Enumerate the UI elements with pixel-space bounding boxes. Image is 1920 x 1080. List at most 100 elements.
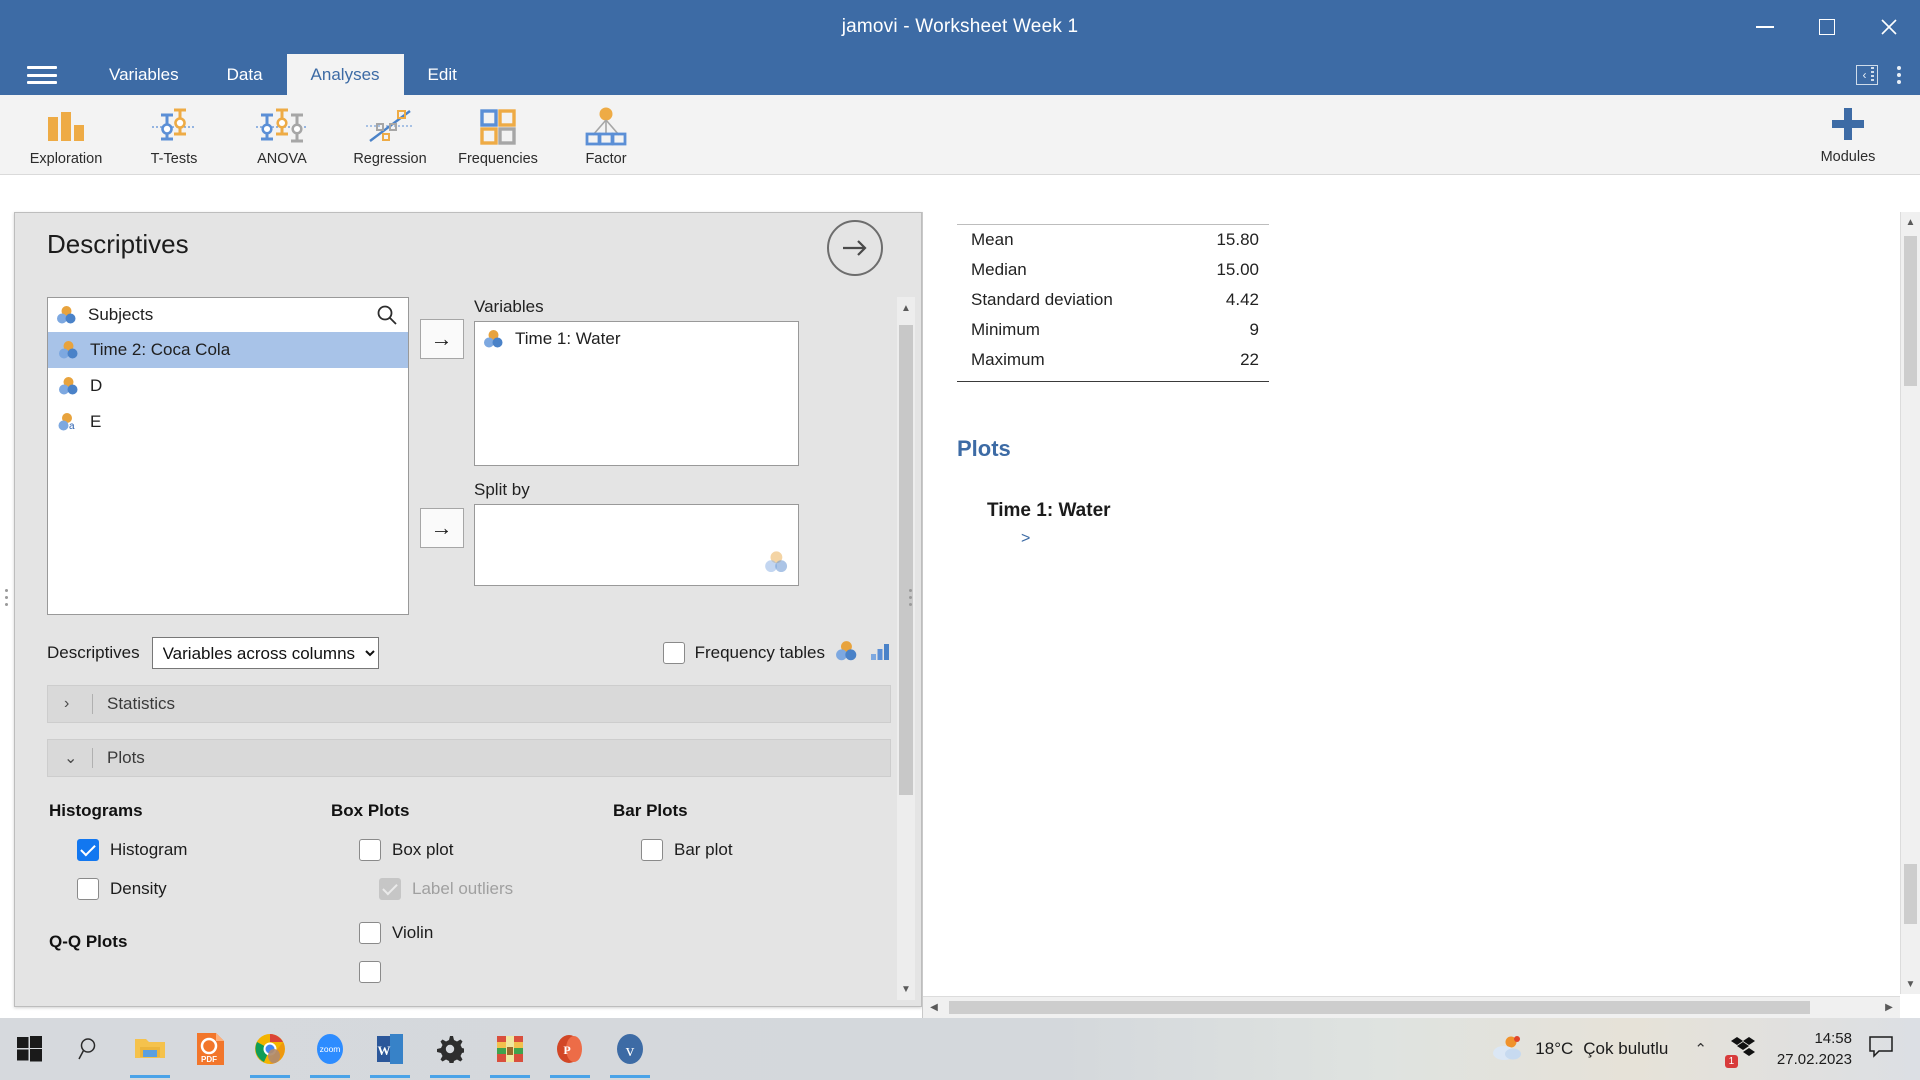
tab-analyses[interactable]: Analyses: [286, 54, 404, 95]
weather-widget[interactable]: 18°C Çok bulutlu: [1479, 1035, 1680, 1063]
scroll-left-arrow-icon[interactable]: ◀: [923, 997, 945, 1018]
boxplot-checkbox[interactable]: [359, 839, 381, 861]
options-panel-scrollbar[interactable]: ▲ ▼: [897, 297, 915, 1000]
notification-center-button[interactable]: [1868, 1035, 1910, 1064]
left-panel-resize-gripper[interactable]: [2, 580, 10, 614]
data-option-row-partial[interactable]: [331, 961, 613, 983]
barplot-label: Bar plot: [674, 840, 733, 859]
data-checkbox[interactable]: [359, 961, 381, 983]
descriptives-layout-select[interactable]: Variables across columns Variables acros…: [151, 637, 379, 669]
taskbar-clock[interactable]: 14:58 27.02.2023: [1767, 1028, 1868, 1070]
minimize-button[interactable]: [1734, 0, 1796, 54]
results-vertical-scrollbar[interactable]: ▲ ▼: [1900, 212, 1920, 994]
taskbar-pdf-reader[interactable]: PDF: [180, 1018, 240, 1080]
section-plots[interactable]: ⌄ Plots: [47, 739, 891, 777]
stat-label: Mean: [971, 230, 1014, 249]
hamburger-menu-icon[interactable]: [27, 64, 57, 86]
ribbon-item-anova[interactable]: ANOVA: [228, 103, 336, 167]
scroll-down-arrow-icon[interactable]: ▼: [1901, 974, 1920, 994]
variables-dropzone[interactable]: Time 1: Water: [474, 321, 799, 466]
violin-label: Violin: [392, 923, 434, 942]
options-panel-header: Descriptives: [15, 213, 921, 285]
tab-data[interactable]: Data: [203, 54, 287, 95]
section-statistics[interactable]: › Statistics: [47, 685, 891, 723]
assign-to-splitby-button[interactable]: →: [419, 508, 464, 548]
ribbon-item-regression[interactable]: Regression: [336, 103, 444, 167]
ribbon-item-modules[interactable]: Modules: [1794, 103, 1902, 165]
search-icon[interactable]: [376, 304, 398, 331]
list-item[interactable]: a E: [48, 404, 408, 440]
taskbar-zoom-app[interactable]: zoom: [300, 1018, 360, 1080]
variable-name: E: [90, 412, 102, 431]
variable-search-row[interactable]: Subjects: [48, 298, 408, 332]
tab-variables[interactable]: Variables: [85, 54, 203, 95]
taskbar-jamovi-app[interactable]: v: [600, 1018, 660, 1080]
scrollbar-thumb[interactable]: [949, 1001, 1810, 1014]
gripper-dot: [4, 602, 8, 606]
bar-chart-icon: [42, 105, 90, 147]
results-horizontal-scrollbar[interactable]: ◀ ▶: [923, 996, 1900, 1018]
nominal-variable-ghost-icon: [764, 550, 790, 579]
taskbar-powerpoint-app[interactable]: P: [540, 1018, 600, 1080]
histogram-checkbox[interactable]: [77, 839, 99, 861]
winrar-icon: [497, 1036, 523, 1062]
density-checkbox[interactable]: [77, 878, 99, 900]
list-item[interactable]: Time 1: Water: [475, 322, 798, 356]
list-item[interactable]: Time 2: Coca Cola: [48, 332, 408, 368]
violin-checkbox[interactable]: [359, 922, 381, 944]
frequency-tables-checkbox[interactable]: [662, 642, 685, 664]
variable-name: D: [90, 376, 103, 395]
more-options-icon[interactable]: [1888, 63, 1910, 87]
table-row: Standard deviation 4.42: [957, 285, 1269, 315]
taskbar-file-explorer[interactable]: [120, 1018, 180, 1080]
title-bar: jamovi - Worksheet Week 1: [0, 0, 1920, 54]
start-button[interactable]: [0, 1018, 60, 1080]
taskbar-winrar-app[interactable]: [480, 1018, 540, 1080]
splitter-gripper[interactable]: [906, 580, 914, 614]
show-hidden-icons-button[interactable]: ⌃: [1680, 1040, 1721, 1058]
maximize-button[interactable]: [1796, 0, 1858, 54]
table-row: Median 15.00: [957, 255, 1269, 285]
options-panel-body: Subjects Time 2: Coca Cola D a E → → Var…: [15, 285, 921, 1006]
gripper-dot: [908, 595, 912, 599]
barplot-option-row[interactable]: Bar plot: [613, 839, 863, 861]
close-button[interactable]: [1858, 0, 1920, 54]
hide-options-button[interactable]: [827, 220, 883, 276]
ribbon-item-factor[interactable]: Factor: [552, 103, 660, 167]
plot-expand-chevron-icon[interactable]: >: [1021, 530, 1900, 548]
available-variables-list[interactable]: Subjects Time 2: Coca Cola D a E: [47, 297, 409, 615]
scrollbar-thumb[interactable]: [1904, 236, 1917, 386]
tray-app-icon[interactable]: 1: [1721, 1035, 1767, 1068]
boxplot-option-row[interactable]: Box plot: [331, 839, 613, 861]
scroll-up-arrow-icon[interactable]: ▲: [1901, 212, 1920, 232]
stat-value: 9: [1249, 320, 1259, 339]
scrollbar-thumb-secondary[interactable]: [1904, 864, 1917, 924]
list-item[interactable]: D: [48, 368, 408, 404]
assign-to-variables-button[interactable]: →: [419, 319, 464, 359]
scroll-right-arrow-icon[interactable]: ▶: [1878, 997, 1900, 1018]
ribbon-item-frequencies[interactable]: Frequencies: [444, 103, 552, 167]
splitby-dropzone[interactable]: [474, 504, 799, 586]
taskbar-microsoft-word[interactable]: W: [360, 1018, 420, 1080]
tab-edit[interactable]: Edit: [404, 54, 481, 95]
ribbon-item-t-tests[interactable]: T-Tests: [120, 103, 228, 167]
target-boxes-column: Variables Time 1: Water Split by: [474, 297, 891, 615]
taskbar-google-chrome[interactable]: [240, 1018, 300, 1080]
list-item[interactable]: Subjects: [56, 305, 153, 325]
violin-option-row[interactable]: Violin: [331, 922, 613, 944]
divider: [92, 694, 93, 714]
qq-plots-heading: Q-Q Plots: [49, 932, 128, 951]
density-option-row[interactable]: Density: [49, 878, 331, 900]
search-button[interactable]: [60, 1018, 120, 1080]
scroll-up-arrow-icon[interactable]: ▲: [897, 297, 915, 319]
stat-label: Median: [971, 260, 1027, 279]
arrow-right-icon: →: [430, 515, 453, 540]
scroll-down-arrow-icon[interactable]: ▼: [897, 978, 915, 1000]
splitby-label: Split by: [474, 480, 530, 499]
histogram-option-row[interactable]: Histogram: [49, 839, 331, 861]
barplot-checkbox[interactable]: [641, 839, 663, 861]
scrollbar-thumb[interactable]: [899, 325, 913, 795]
ribbon-item-exploration[interactable]: Exploration: [12, 103, 120, 167]
taskbar-settings-app[interactable]: [420, 1018, 480, 1080]
panel-toggle-icon[interactable]: ‹: [1856, 64, 1878, 85]
